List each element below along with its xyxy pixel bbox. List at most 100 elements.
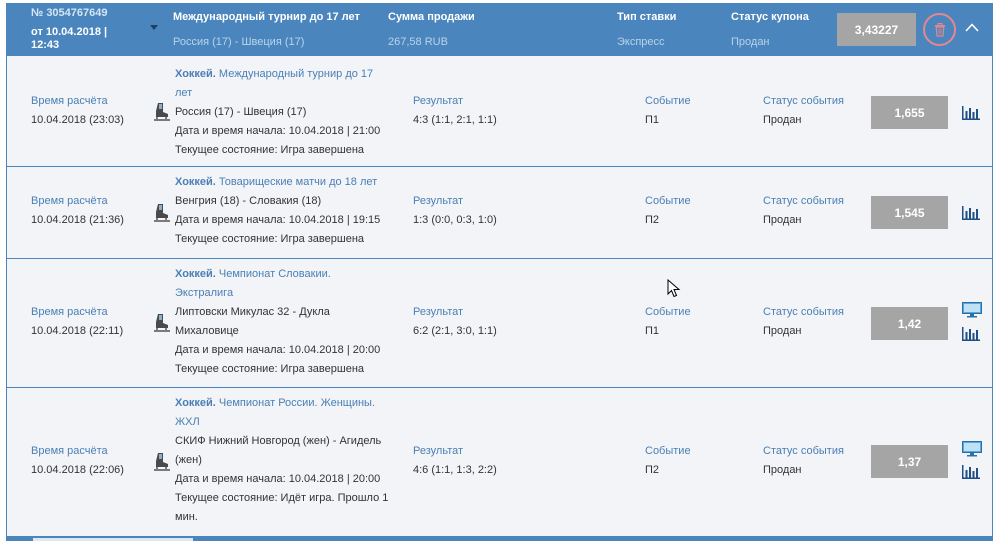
coupon-header[interactable]: № 3054767649 от 10.04.2018 | 12:43 Между… [6,3,993,56]
event-status-label: Статус события [763,195,844,207]
event-outcome: Событие П2 [645,192,691,230]
tournament-link[interactable]: Международный турнир до 17 [219,68,373,80]
result-value: 6:2 (2:1, 3:0, 1:1) [413,325,497,337]
mouse-cursor-icon [667,279,681,298]
start-time: Дата и время начала: 10.04.2018 | 21:00 [175,125,381,137]
coupon-sum-label: Сумма продажи [388,11,475,23]
coupon-sum: Сумма продажи 267,58 RUB [388,11,475,48]
tournament-link[interactable]: Товарищеские матчи до 18 лет [219,176,377,188]
event-value: П1 [645,325,660,337]
result-value: 1:3 (0:0, 0:3, 1:0) [413,214,497,226]
tournament-link[interactable]: Чемпионат России. Женщины. [219,397,375,409]
calc-time: Время расчёта 10.04.2018 (21:36) [31,192,124,230]
coupon-sum-value: 267,58 RUB [388,36,448,48]
event-outcome: Событие П1 [645,303,691,341]
event-status-value: Продан [763,214,802,226]
coupon-time-line: 12:43 [31,39,60,51]
coupon-status-label: Статус купона [731,11,809,23]
stats-icon[interactable] [962,465,980,479]
result: Результат 1:3 (0:0, 0:3, 1:0) [413,192,497,230]
sport-name[interactable]: Хоккей. [175,68,216,80]
event-status-value: Продан [763,325,802,337]
event-status-label: Статус события [763,95,844,107]
coupon-event: Международный турнир до 17 лет Россия (1… [173,11,360,48]
coupon-date-line: от 10.04.2018 | [31,26,108,38]
event-status: Статус события Продан [763,192,844,230]
current-state: Текущее состояние: Игра завершена [175,233,365,245]
result: Результат 6:2 (2:1, 3:0, 1:1) [413,303,497,341]
calc-time-value: 10.04.2018 (21:36) [31,214,124,226]
current-state-cont: мин. [175,511,198,523]
calc-time: Время расчёта 10.04.2018 (23:03) [31,92,124,130]
bet-rows: Время расчёта 10.04.2018 (23:03) Хоккей.… [7,56,992,536]
event-info: Хоккей. Международный турнир до 17 лет Р… [175,65,400,160]
coupon-number: № 3054767649 [31,7,108,19]
calc-time-value: 10.04.2018 (22:11) [31,325,124,337]
tournament-link-cont[interactable]: Экстралига [175,284,400,303]
bet-row: Время расчёта 10.04.2018 (21:36) Хоккей.… [7,167,992,259]
event-info: Хоккей. Товарищеские матчи до 18 лет Вен… [175,173,400,249]
chevron-up-icon[interactable] [963,19,981,37]
event-label: Событие [645,195,691,207]
teams: Венгрия (18) - Словакия (18) [175,195,322,207]
event-label: Событие [645,445,691,457]
sport-name[interactable]: Хоккей. [175,397,216,409]
event-status-label: Статус события [763,445,844,457]
calc-time: Время расчёта 10.04.2018 (22:11) [31,303,123,341]
coupon-type-value: Экспресс [617,36,665,48]
bet-row: Время расчёта 10.04.2018 (22:11) Хоккей.… [7,259,992,388]
hockey-skate-icon [154,314,170,332]
coupon-card: № 3054767649 от 10.04.2018 | 12:43 Между… [6,3,993,541]
event-outcome: Событие П1 [645,92,691,130]
calc-time-label: Время расчёта [31,306,108,318]
event-value: П2 [645,464,660,476]
event-status-value: Продан [763,114,802,126]
event-status: Статус события Продан [763,442,844,480]
start-time: Дата и время начала: 10.04.2018 | 20:00 [175,344,381,356]
bet-odds: 1,42 [871,307,948,340]
coupon-date: от 10.04.2018 | 12:43 [31,26,108,52]
stats-icon[interactable] [962,206,980,220]
stats-icon[interactable] [962,106,980,120]
sport-name[interactable]: Хоккей. [175,176,216,188]
start-time: Дата и время начала: 10.04.2018 | 19:15 [175,214,381,226]
current-state: Текущее состояние: Игра завершена [175,144,365,156]
event-value: П1 [645,114,660,126]
teams-cont: Михаловице [175,325,239,337]
result: Результат 4:6 (1:1, 1:3, 2:2) [413,442,497,480]
coupon-total-odds: 3,43227 [837,13,916,46]
event-label: Событие [645,95,691,107]
event-value: П2 [645,214,660,226]
calc-time-label: Время расчёта [31,195,108,207]
tournament-link-cont[interactable]: лет [175,84,400,103]
result-value: 4:3 (1:1, 2:1, 1:1) [413,114,497,126]
calc-time-label: Время расчёта [31,95,108,107]
teams: Липтовски Микулас 32 - Дукла [175,306,330,318]
tournament-link-cont[interactable]: ЖХЛ [175,413,400,432]
event-status-label: Статус события [763,306,844,318]
result-label: Результат [413,445,464,457]
current-state: Текущее состояние: Идёт игра. Прошло 1 [175,492,389,504]
hockey-skate-icon [154,453,170,471]
tournament-link[interactable]: Чемпионат Словакии. [219,268,331,280]
teams: Россия (17) - Швеция (17) [175,106,307,118]
coupon-type: Тип ставки Экспресс [617,11,676,48]
coupon-type-label: Тип ставки [617,11,677,23]
sport-name[interactable]: Хоккей. [175,268,216,280]
trash-icon [934,22,945,37]
coupon-event-sub: Россия (17) - Швеция (17) [173,36,305,48]
result: Результат 4:3 (1:1, 2:1, 1:1) [413,92,497,130]
delete-button[interactable] [923,13,956,46]
result-label: Результат [413,95,464,107]
live-tv-icon[interactable] [962,441,982,457]
bet-odds: 1,37 [871,445,948,478]
event-info: Хоккей. Чемпионат Словакии. Экстралига Л… [175,265,400,379]
stats-icon[interactable] [962,327,980,341]
event-status: Статус события Продан [763,303,844,341]
result-label: Результат [413,195,464,207]
live-tv-icon[interactable] [962,302,982,318]
caret-down-icon[interactable] [150,25,158,30]
current-state: Текущее состояние: Игра завершена [175,363,365,375]
coupon-status-value: Продан [731,36,770,48]
calc-time-value: 10.04.2018 (23:03) [31,114,124,126]
